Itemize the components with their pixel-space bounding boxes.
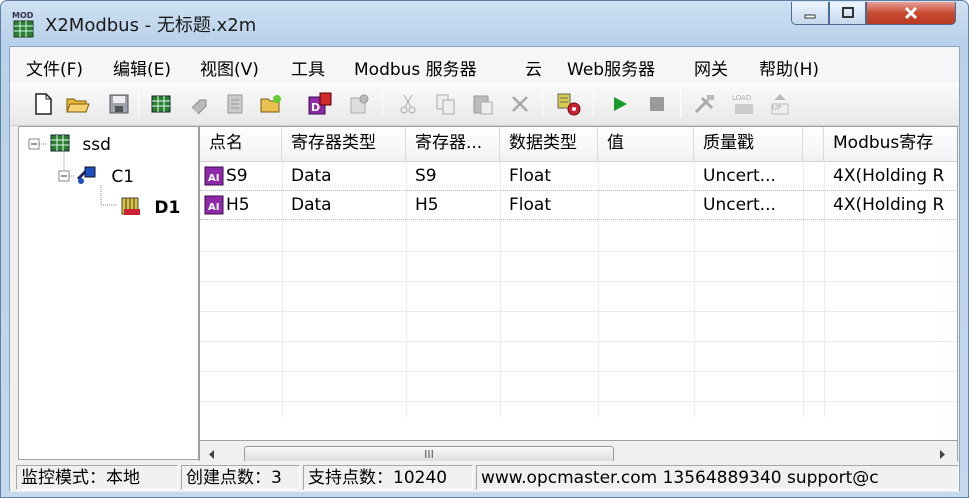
paste-icon[interactable] bbox=[470, 91, 496, 117]
col-data-type[interactable]: 数据类型 bbox=[500, 127, 598, 162]
svg-text:MOD: MOD bbox=[12, 11, 34, 20]
point-name: S9 bbox=[226, 166, 248, 186]
tree-node-label: C1 bbox=[111, 167, 135, 187]
status-bar: 监控模式：本地 创建点数：3 支持点数：10240 www.opcmaster.… bbox=[10, 461, 959, 492]
x2modbus-app-icon: MOD bbox=[11, 10, 37, 38]
channel-icon bbox=[76, 166, 96, 184]
data-block-icon bbox=[121, 197, 140, 215]
menu-help[interactable]: 帮助(H) bbox=[759, 55, 819, 80]
quality-cell: Uncert... bbox=[703, 166, 776, 186]
maximize-icon bbox=[841, 7, 854, 18]
new-file-icon[interactable] bbox=[30, 91, 56, 117]
quality-cell: Uncert... bbox=[703, 195, 776, 215]
toolbar: D LOAD UP bbox=[10, 82, 959, 126]
client-area: 文件(F) 编辑(E) 视图(V) 工具 Modbus 服务器 云 Web服务器… bbox=[9, 46, 960, 492]
add-group-icon[interactable] bbox=[186, 91, 212, 117]
properties-icon[interactable] bbox=[222, 91, 248, 117]
tools-icon[interactable] bbox=[692, 91, 718, 117]
value-cell bbox=[598, 162, 694, 191]
upload-icon[interactable]: UP bbox=[767, 91, 793, 117]
scroll-grip: III bbox=[424, 448, 434, 461]
value-cell bbox=[598, 191, 694, 220]
col-modbus-register[interactable]: Modbus寄存 bbox=[824, 127, 957, 162]
status-created-points: 创建点数：3 bbox=[181, 465, 300, 490]
table-row[interactable]: AI H5 Data H5 Float Uncert... 4X(Holding … bbox=[200, 191, 957, 220]
col-quality[interactable]: 质量戳 bbox=[694, 127, 803, 162]
add-point-icon[interactable] bbox=[258, 91, 284, 117]
load-icon[interactable]: LOAD bbox=[730, 91, 756, 117]
extra-cell bbox=[803, 162, 824, 191]
tree-node-channel[interactable]: C1 bbox=[76, 165, 134, 187]
monitor-icon[interactable] bbox=[556, 91, 582, 117]
svg-text:D: D bbox=[311, 101, 320, 114]
table-row[interactable]: AI S9 Data S9 Float Uncert... 4X(Holding … bbox=[200, 162, 957, 191]
run-icon[interactable] bbox=[607, 91, 633, 117]
menu-gateway[interactable]: 网关 bbox=[694, 55, 728, 80]
tree-node-label: D1 bbox=[154, 198, 181, 218]
delete-icon[interactable] bbox=[507, 91, 533, 117]
col-value[interactable]: 值 bbox=[598, 127, 694, 162]
cut-icon[interactable] bbox=[395, 91, 421, 117]
analog-point-icon: AI bbox=[204, 166, 224, 186]
copy-icon[interactable] bbox=[433, 91, 459, 117]
modbus-register-cell: 4X(Holding R bbox=[833, 195, 945, 215]
minimize-icon bbox=[804, 14, 816, 19]
menu-cloud[interactable]: 云 bbox=[525, 55, 542, 80]
register-cell: S9 bbox=[415, 166, 437, 186]
modbus-register-cell: 4X(Holding R bbox=[833, 166, 945, 186]
register-cell: H5 bbox=[415, 195, 439, 215]
close-icon bbox=[904, 6, 918, 20]
menu-edit[interactable]: 编辑(E) bbox=[113, 55, 171, 80]
window-title: X2Modbus - 无标题.x2m bbox=[45, 15, 257, 36]
svg-text:UP: UP bbox=[772, 104, 781, 112]
menu-view[interactable]: 视图(V) bbox=[200, 55, 259, 80]
status-contact-info: www.opcmaster.com 13564889340 support@c bbox=[476, 465, 959, 490]
svg-text:AI: AI bbox=[208, 173, 219, 184]
svg-text:LOAD: LOAD bbox=[732, 94, 751, 102]
add-device-icon[interactable] bbox=[148, 91, 174, 117]
tree-node-device[interactable]: D1 bbox=[119, 195, 180, 218]
tree-node-label: ssd bbox=[82, 135, 111, 155]
col-blank[interactable] bbox=[803, 127, 824, 162]
extra-cell bbox=[803, 191, 824, 220]
register-type-cell: Data bbox=[291, 195, 332, 215]
menu-web-server[interactable]: Web服务器 bbox=[567, 55, 655, 80]
stop-icon[interactable] bbox=[644, 91, 670, 117]
app-window: MOD X2Modbus - 无标题.x2m 文件(F) 编辑(E) 视图(V)… bbox=[0, 0, 969, 498]
data-type-cell: Float bbox=[509, 195, 551, 215]
menu-file[interactable]: 文件(F) bbox=[26, 55, 83, 80]
settings-icon[interactable] bbox=[346, 91, 372, 117]
analog-point-icon: AI bbox=[204, 195, 224, 215]
status-supported-points: 支持点数：10240 bbox=[303, 465, 473, 490]
svg-text:AI: AI bbox=[208, 202, 219, 213]
tree-view[interactable]: ssd C1 D1 bbox=[18, 126, 199, 460]
col-register-type[interactable]: 寄存器类型 bbox=[282, 127, 406, 162]
col-register[interactable]: 寄存器... bbox=[406, 127, 500, 162]
data-type-cell: Float bbox=[509, 166, 551, 186]
menu-bar: 文件(F) 编辑(E) 视图(V) 工具 Modbus 服务器 云 Web服务器… bbox=[10, 47, 959, 81]
status-monitor-mode: 监控模式：本地 bbox=[16, 465, 178, 490]
open-folder-icon[interactable] bbox=[65, 91, 91, 117]
point-name: H5 bbox=[226, 195, 250, 215]
title-bar[interactable]: MOD X2Modbus - 无标题.x2m bbox=[1, 1, 968, 45]
register-type-cell: Data bbox=[291, 166, 332, 186]
menu-tools[interactable]: 工具 bbox=[291, 55, 325, 80]
add-data-icon[interactable]: D bbox=[307, 91, 333, 117]
maximize-button[interactable] bbox=[829, 2, 866, 25]
minimize-button[interactable] bbox=[791, 2, 829, 25]
close-button[interactable] bbox=[866, 2, 956, 25]
list-header: 点名 寄存器类型 寄存器... 数据类型 值 质量戳 Modbus寄存 bbox=[200, 127, 957, 162]
tree-node-root[interactable]: ssd bbox=[49, 133, 111, 155]
device-icon bbox=[50, 134, 70, 152]
menu-modbus-server[interactable]: Modbus 服务器 bbox=[354, 55, 477, 80]
col-point-name[interactable]: 点名 bbox=[200, 127, 282, 162]
save-icon[interactable] bbox=[106, 91, 132, 117]
points-list[interactable]: 点名 寄存器类型 寄存器... 数据类型 值 质量戳 Modbus寄存 AI S9… bbox=[199, 126, 958, 441]
